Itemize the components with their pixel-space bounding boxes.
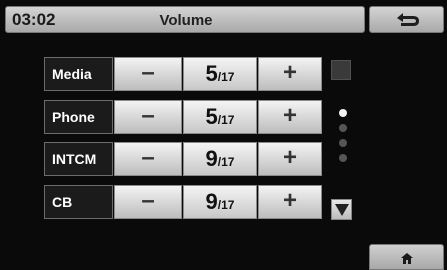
volume-decrease-button[interactable]: –	[114, 185, 182, 219]
page-indicator-dot-active	[339, 109, 347, 117]
back-arrow-icon	[397, 13, 419, 26]
scroll-down-icon	[335, 204, 349, 216]
volume-label: Media	[44, 57, 113, 91]
volume-level: 5	[205, 104, 218, 129]
volume-row-intcm: INTCM – 9/17 +	[44, 142, 322, 176]
volume-level: 5	[205, 61, 218, 86]
volume-label: CB	[44, 185, 113, 219]
volume-level: 9	[205, 146, 218, 171]
page-indicator-dot	[339, 139, 347, 147]
volume-max: /17	[217, 70, 235, 84]
scroll-up-button[interactable]	[331, 60, 351, 80]
volume-increase-button[interactable]: +	[258, 185, 322, 219]
scroll-down-button[interactable]	[331, 199, 352, 220]
volume-level: 9	[205, 189, 218, 214]
page-indicator-dot	[339, 154, 347, 162]
page-title: Volume	[159, 12, 213, 29]
volume-decrease-button[interactable]: –	[114, 57, 182, 91]
home-button[interactable]	[369, 244, 444, 270]
volume-increase-button[interactable]: +	[258, 57, 322, 91]
volume-row-media: Media – 5/17 +	[44, 57, 322, 91]
home-icon	[401, 253, 413, 264]
volume-value: 9/17	[183, 185, 257, 219]
volume-value: 5/17	[183, 57, 257, 91]
volume-max: /17	[217, 198, 235, 212]
volume-label: Phone	[44, 100, 113, 134]
volume-row-cb: CB – 9/17 +	[44, 185, 322, 219]
top-bar: 03:02 Volume	[5, 6, 444, 33]
page-indicator-dot	[339, 124, 347, 132]
volume-value: 9/17	[183, 142, 257, 176]
volume-increase-button[interactable]: +	[258, 100, 322, 134]
volume-max: /17	[217, 155, 235, 169]
volume-row-phone: Phone – 5/17 +	[44, 100, 322, 134]
volume-max: /17	[217, 113, 235, 127]
volume-label: INTCM	[44, 142, 113, 176]
volume-decrease-button[interactable]: –	[114, 142, 182, 176]
volume-value: 5/17	[183, 100, 257, 134]
volume-decrease-button[interactable]: –	[114, 100, 182, 134]
back-button[interactable]	[369, 6, 444, 33]
title-bar: 03:02 Volume	[5, 6, 365, 33]
volume-increase-button[interactable]: +	[258, 142, 322, 176]
volume-screen: 03:02 Volume Media – 5/17 + Phone – 5/17…	[0, 0, 447, 270]
